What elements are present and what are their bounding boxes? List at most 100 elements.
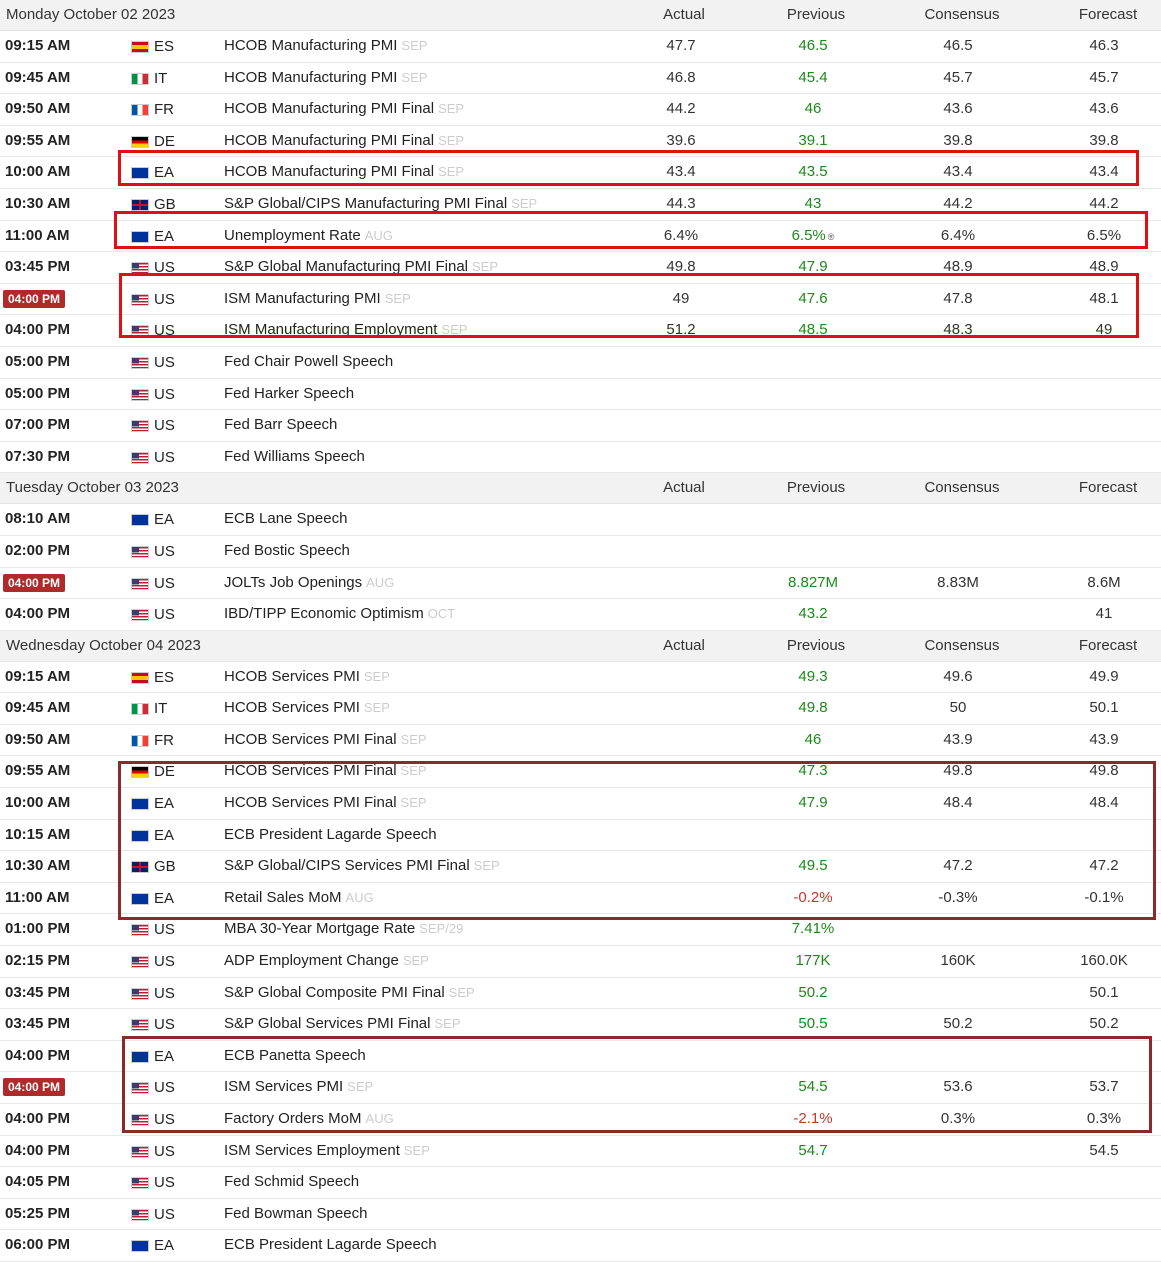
event-name[interactable]: ECB President Lagarde Speech <box>224 1236 437 1253</box>
event-name[interactable]: ISM Manufacturing Employment <box>224 321 437 338</box>
event-name[interactable]: HCOB Manufacturing PMI Final <box>224 132 434 149</box>
event-name[interactable]: S&P Global Composite PMI Final <box>224 984 445 1001</box>
event-name[interactable]: S&P Global/CIPS Services PMI Final <box>224 857 470 874</box>
event-name-link[interactable]: MBA 30-Year Mortgage Rate SEP/29 <box>224 920 463 937</box>
event-name-link[interactable]: ISM Manufacturing Employment SEP <box>224 321 467 338</box>
event-row[interactable]: 11:00 AM EA Retail Sales MoM AUG -0.2% -0.3% -… <box>0 882 1161 915</box>
event-name[interactable]: HCOB Services PMI <box>224 699 360 716</box>
event-name[interactable]: S&P Global/CIPS Manufacturing PMI Final <box>224 195 507 212</box>
event-row[interactable]: 10:30 AM GB S&P Global/CIPS Services PMI F… <box>0 851 1161 883</box>
event-name-link[interactable]: ISM Services Employment SEP <box>224 1142 430 1159</box>
event-name-link[interactable]: Fed Schmid Speech <box>224 1173 359 1190</box>
event-name-link[interactable]: HCOB Manufacturing PMI SEP <box>224 37 427 54</box>
event-row[interactable]: 05:00 PM US Fed Chair Powell Speech <box>0 346 1161 379</box>
event-name-link[interactable]: S&P Global Composite PMI Final SEP <box>224 984 475 1001</box>
event-name-link[interactable]: ISM Services PMI SEP <box>224 1078 373 1095</box>
event-name[interactable]: IBD/TIPP Economic Optimism <box>224 605 424 622</box>
event-row[interactable]: 09:55 AM DE HCOB Manufacturing PMI Final SE… <box>0 125 1161 158</box>
event-name-link[interactable]: S&P Global Manufacturing PMI Final SEP <box>224 258 498 275</box>
event-row[interactable]: 04:00 PM US ISM Manufacturing Employment SE… <box>0 315 1161 347</box>
event-name-link[interactable]: ADP Employment Change SEP <box>224 952 429 969</box>
event-name-link[interactable]: S&P Global Services PMI Final SEP <box>224 1015 461 1032</box>
event-row[interactable]: 03:45 PM US S&P Global Composite PMI Final… <box>0 977 1161 1010</box>
event-name[interactable]: Unemployment Rate <box>224 227 361 244</box>
event-row[interactable]: 02:15 PM US ADP Employment Change SEP 177K 16… <box>0 946 1161 978</box>
event-row[interactable]: 04:00 PM EA ECB Panetta Speech <box>0 1040 1161 1073</box>
event-name[interactable]: S&P Global Manufacturing PMI Final <box>224 258 468 275</box>
event-row[interactable]: 02:00 PM US Fed Bostic Speech <box>0 535 1161 568</box>
event-name-link[interactable]: HCOB Services PMI SEP <box>224 668 390 685</box>
event-name-link[interactable]: Factory Orders MoM AUG <box>224 1110 394 1127</box>
event-name-link[interactable]: Fed Barr Speech <box>224 416 337 433</box>
event-row[interactable]: 06:00 PM EA ECB President Lagarde Speech <box>0 1230 1161 1262</box>
event-name-link[interactable]: S&P Global/CIPS Manufacturing PMI Final S… <box>224 195 537 212</box>
event-name[interactable]: HCOB Services PMI Final <box>224 762 397 779</box>
event-name-link[interactable]: HCOB Services PMI Final SEP <box>224 794 427 811</box>
event-name[interactable]: ISM Services Employment <box>224 1142 400 1159</box>
event-name[interactable]: ECB Lane Speech <box>224 510 347 527</box>
event-name[interactable]: Factory Orders MoM <box>224 1110 362 1127</box>
event-row[interactable]: 10:15 AM EA ECB President Lagarde Speech <box>0 819 1161 852</box>
event-name-link[interactable]: HCOB Manufacturing PMI Final SEP <box>224 100 464 117</box>
event-name-link[interactable]: Fed Bowman Speech <box>224 1205 367 1222</box>
event-row[interactable]: 03:45 PM US S&P Global Services PMI Final S… <box>0 1009 1161 1041</box>
event-name-link[interactable]: ECB President Lagarde Speech <box>224 826 437 843</box>
event-name[interactable]: HCOB Manufacturing PMI <box>224 37 397 54</box>
event-name-link[interactable]: HCOB Manufacturing PMI Final SEP <box>224 132 464 149</box>
event-name-link[interactable]: HCOB Manufacturing PMI SEP <box>224 69 427 86</box>
event-row[interactable]: 04:00 PM US Factory Orders MoM AUG -2.1% 0.3%… <box>0 1104 1161 1136</box>
event-row[interactable]: 03:45 PM US S&P Global Manufacturing PMI F… <box>0 252 1161 284</box>
event-row[interactable]: 09:50 AM FR HCOB Manufacturing PMI Final SE… <box>0 94 1161 126</box>
event-name[interactable]: HCOB Manufacturing PMI Final <box>224 163 434 180</box>
event-name[interactable]: HCOB Services PMI <box>224 668 360 685</box>
event-name-link[interactable]: ECB President Lagarde Speech <box>224 1236 437 1253</box>
event-name[interactable]: Fed Schmid Speech <box>224 1173 359 1190</box>
event-name[interactable]: HCOB Manufacturing PMI <box>224 69 397 86</box>
event-name-link[interactable]: Fed Bostic Speech <box>224 542 350 559</box>
event-row[interactable]: 04:00 PM US ISM Services PMI SEP 54.5 53.6 53.… <box>0 1072 1161 1104</box>
event-name[interactable]: Fed Bowman Speech <box>224 1205 367 1222</box>
event-name[interactable]: HCOB Manufacturing PMI Final <box>224 100 434 117</box>
event-name-link[interactable]: HCOB Services PMI SEP <box>224 699 390 716</box>
event-name-link[interactable]: HCOB Services PMI Final SEP <box>224 762 427 779</box>
event-row[interactable]: 08:10 AM EA ECB Lane Speech <box>0 504 1161 536</box>
event-name[interactable]: Fed Chair Powell Speech <box>224 353 393 370</box>
event-row[interactable]: 11:00 AM EA Unemployment Rate AUG 6.4% 6.5% ® 6… <box>0 220 1161 253</box>
event-row[interactable]: 10:00 AM EA HCOB Services PMI Final SEP 47.9… <box>0 788 1161 820</box>
event-row[interactable]: 05:25 PM US Fed Bowman Speech <box>0 1198 1161 1231</box>
event-name[interactable]: HCOB Services PMI Final <box>224 794 397 811</box>
event-name[interactable]: MBA 30-Year Mortgage Rate <box>224 920 415 937</box>
event-row[interactable]: 09:45 AM IT HCOB Manufacturing PMI SEP 46.8 4… <box>0 62 1161 95</box>
event-row[interactable]: 05:00 PM US Fed Harker Speech <box>0 378 1161 411</box>
event-name[interactable]: Retail Sales MoM <box>224 889 342 906</box>
event-row[interactable]: 07:00 PM US Fed Barr Speech <box>0 410 1161 442</box>
event-name[interactable]: Fed Barr Speech <box>224 416 337 433</box>
event-name[interactable]: ECB President Lagarde Speech <box>224 826 437 843</box>
event-name[interactable]: JOLTs Job Openings <box>224 574 362 591</box>
event-row[interactable]: 04:00 PM US ISM Services Employment SEP 54.7… <box>0 1135 1161 1168</box>
event-row[interactable]: 10:30 AM GB S&P Global/CIPS Manufacturing … <box>0 188 1161 221</box>
event-name-link[interactable]: Unemployment Rate AUG <box>224 227 393 244</box>
event-name-link[interactable]: Fed Williams Speech <box>224 448 365 465</box>
event-name-link[interactable]: ECB Panetta Speech <box>224 1047 366 1064</box>
event-row[interactable]: 07:30 PM US Fed Williams Speech <box>0 441 1161 474</box>
event-row[interactable]: 09:50 AM FR HCOB Services PMI Final SEP 46 43… <box>0 724 1161 757</box>
event-name[interactable]: S&P Global Services PMI Final <box>224 1015 430 1032</box>
event-name[interactable]: Fed Williams Speech <box>224 448 365 465</box>
event-row[interactable]: 10:00 AM EA HCOB Manufacturing PMI Final SE… <box>0 157 1161 189</box>
event-name-link[interactable]: S&P Global/CIPS Services PMI Final SEP <box>224 857 500 874</box>
event-name-link[interactable]: HCOB Manufacturing PMI Final SEP <box>224 163 464 180</box>
event-row[interactable]: 04:05 PM US Fed Schmid Speech <box>0 1167 1161 1199</box>
event-row[interactable]: 01:00 PM US MBA 30-Year Mortgage Rate SEP/2… <box>0 914 1161 947</box>
event-row[interactable]: 09:15 AM ES HCOB Manufacturing PMI SEP 47.7 4… <box>0 31 1161 63</box>
event-row[interactable]: 09:45 AM IT HCOB Services PMI SEP 49.8 50 50.1 <box>0 693 1161 725</box>
event-name-link[interactable]: Retail Sales MoM AUG <box>224 889 374 906</box>
event-name[interactable]: Fed Harker Speech <box>224 385 354 402</box>
event-name-link[interactable]: Fed Harker Speech <box>224 385 354 402</box>
event-row[interactable]: 09:55 AM DE HCOB Services PMI Final SEP 47.3… <box>0 756 1161 789</box>
event-name[interactable]: ISM Services PMI <box>224 1078 343 1095</box>
event-row[interactable]: 04:00 PM US IBD/TIPP Economic Optimism OCT 4… <box>0 599 1161 631</box>
event-name-link[interactable]: HCOB Services PMI Final SEP <box>224 731 427 748</box>
event-name[interactable]: ECB Panetta Speech <box>224 1047 366 1064</box>
event-name-link[interactable]: Fed Chair Powell Speech <box>224 353 393 370</box>
